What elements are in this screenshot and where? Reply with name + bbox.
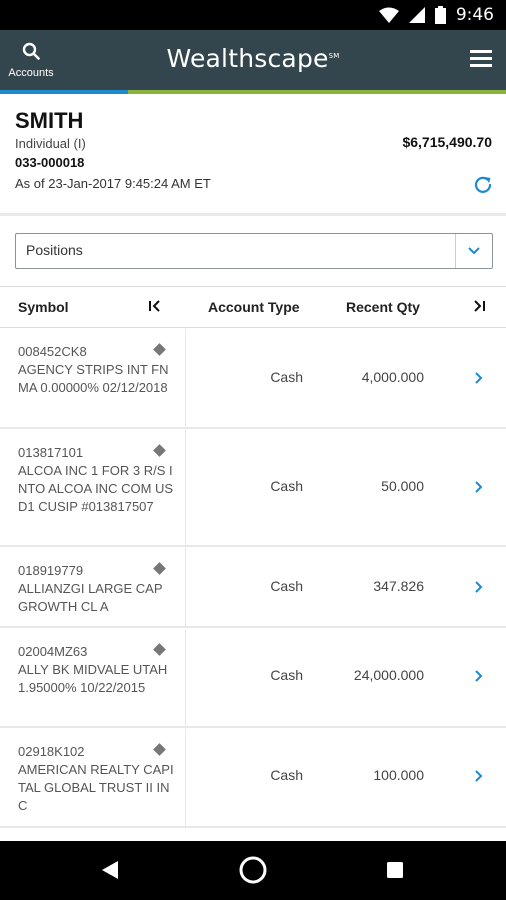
- battery-icon: [434, 6, 446, 24]
- status-bar: 9:46: [0, 0, 506, 30]
- brand-mark: SM: [328, 52, 340, 60]
- chevron-right-icon[interactable]: [474, 769, 484, 783]
- refresh-button[interactable]: [472, 174, 494, 196]
- table-row[interactable]: 02918K102 AMERICAN REALTY CAPITAL GLOBAL…: [0, 729, 506, 828]
- table-row[interactable]: 013817101 ALCOA INC 1 FOR 3 R/S INTO ALC…: [0, 430, 506, 547]
- view-selector-dropdown[interactable]: Positions: [15, 233, 493, 269]
- cell-signal-icon: [408, 7, 425, 23]
- home-button[interactable]: [238, 855, 268, 890]
- hamburger-menu-button[interactable]: [470, 50, 492, 70]
- row-recent-qty: 24,000.000: [353, 667, 424, 683]
- row-description: ALLIANZGI LARGE CAP GROWTH CL A: [18, 581, 163, 614]
- brand-name: Wealthscape: [166, 44, 329, 73]
- menu-bar-2: [470, 57, 492, 60]
- app-logo: WealthscapeSM: [0, 44, 506, 73]
- chevron-right-icon[interactable]: [474, 669, 484, 683]
- selector-section: Positions: [0, 218, 506, 286]
- symbol-cell: 008452CK8 AGENCY STRIPS INT FNMA 0.00000…: [0, 329, 186, 427]
- menu-bar-3: [470, 64, 492, 67]
- system-navigation-bar: [0, 841, 506, 900]
- row-account-type: Cash: [270, 369, 303, 385]
- view-selector-value: Positions: [26, 242, 83, 258]
- row-recent-qty: 347.826: [373, 578, 424, 594]
- row-account-type: Cash: [270, 578, 303, 594]
- row-recent-qty: 50.000: [381, 478, 424, 494]
- row-description: AMERICAN REALTY CAPITAL GLOBAL TRUST II …: [18, 762, 174, 813]
- recents-button[interactable]: [386, 861, 404, 884]
- chevron-down-icon[interactable]: [455, 234, 492, 268]
- table-row[interactable]: 008452CK8 AGENCY STRIPS INT FNMA 0.00000…: [0, 329, 506, 429]
- column-header-symbol[interactable]: Symbol: [18, 299, 69, 315]
- symbol-cell: 02918K102 AMERICAN REALTY CAPITAL GLOBAL…: [0, 729, 186, 826]
- wifi-icon: [378, 7, 399, 23]
- status-time: 9:46: [455, 5, 494, 25]
- app-bar: Accounts WealthscapeSM: [0, 30, 506, 90]
- symbol-cell: 018919779 ALLIANZGI LARGE CAP GROWTH CL …: [0, 548, 186, 626]
- column-header-recent-qty[interactable]: Recent Qty: [346, 299, 420, 315]
- table-row[interactable]: 02004MZ63 ALLY BK MIDVALE UTAH 1.95000% …: [0, 629, 506, 728]
- refresh-icon: [472, 176, 494, 200]
- first-column-icon[interactable]: [148, 299, 162, 316]
- table-row[interactable]: 018919779 ALLIANZGI LARGE CAP GROWTH CL …: [0, 548, 506, 628]
- row-account-type: Cash: [270, 478, 303, 494]
- row-description: ALLY BK MIDVALE UTAH 1.95000% 10/22/2015: [18, 662, 168, 695]
- chevron-right-icon[interactable]: [474, 580, 484, 594]
- symbol-cell: 013817101 ALCOA INC 1 FOR 3 R/S INTO ALC…: [0, 430, 186, 545]
- account-summary: SMITH Individual (I) 033-000018 As of 23…: [0, 94, 506, 216]
- menu-bar-1: [470, 50, 492, 53]
- chevron-right-icon[interactable]: [474, 371, 484, 385]
- symbol-cell: 02004MZ63 ALLY BK MIDVALE UTAH 1.95000% …: [0, 629, 186, 726]
- back-button[interactable]: [100, 860, 120, 885]
- row-description: AGENCY STRIPS INT FNMA 0.00000% 02/12/20…: [18, 362, 169, 395]
- account-number: 033-000018: [15, 155, 85, 170]
- last-column-icon[interactable]: [472, 299, 486, 316]
- chevron-right-icon[interactable]: [474, 480, 484, 494]
- row-recent-qty: 100.000: [373, 767, 424, 783]
- row-recent-qty: 4,000.000: [361, 369, 424, 385]
- account-value: $6,715,490.70: [402, 134, 492, 150]
- row-description: ALCOA INC 1 FOR 3 R/S INTO ALCOA INC COM…: [18, 463, 174, 514]
- positions-table-header: Symbol Account Type Recent Qty: [0, 286, 506, 328]
- as-of-timestamp: As of 23-Jan-2017 9:45:24 AM ET: [15, 176, 211, 191]
- row-account-type: Cash: [270, 767, 303, 783]
- column-header-account-type[interactable]: Account Type: [208, 299, 300, 315]
- account-name: SMITH: [15, 108, 84, 133]
- row-account-type: Cash: [270, 667, 303, 683]
